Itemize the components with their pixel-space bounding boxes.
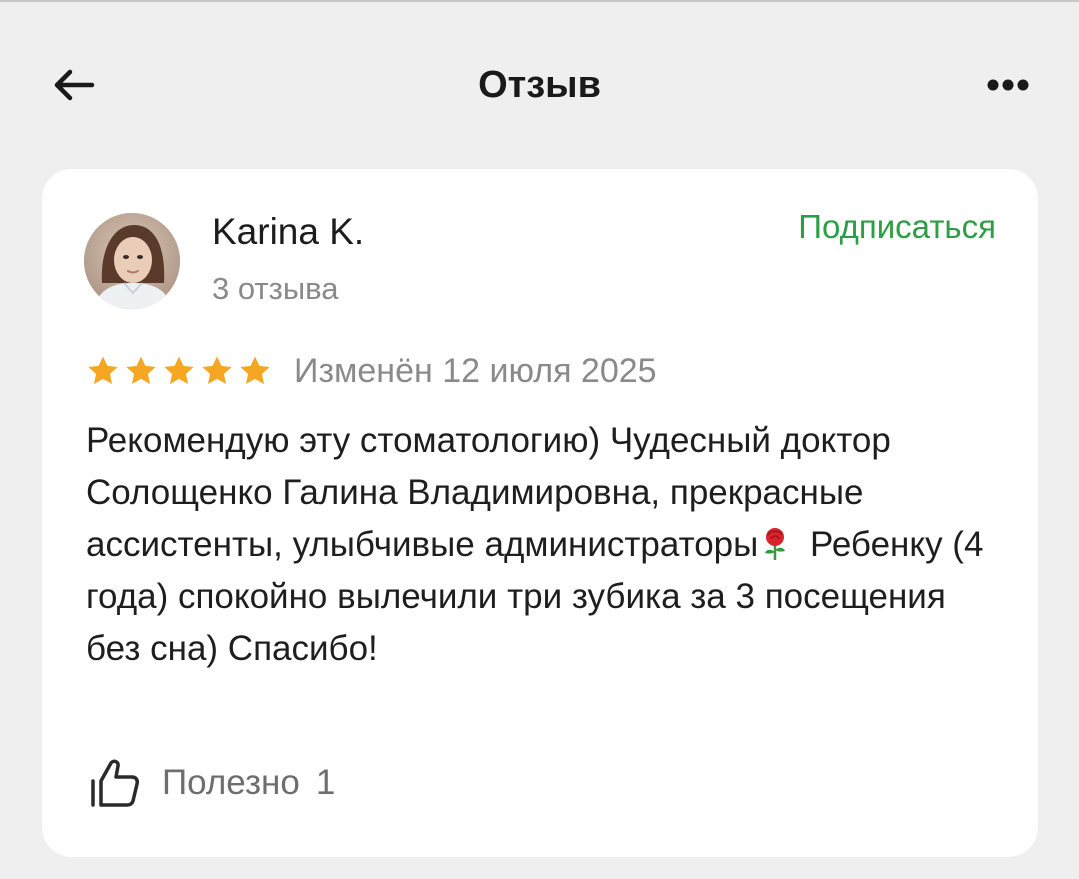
top-divider: [0, 0, 1079, 2]
star-icon: [126, 356, 156, 385]
rose-emoji-icon: [765, 528, 786, 560]
more-horizontal-icon: [987, 79, 1029, 91]
star-icon: [202, 356, 232, 385]
helpful-button[interactable]: Полезно 1: [86, 755, 335, 811]
avatar[interactable]: [84, 213, 180, 309]
review-card: Karina K. 3 отзыва Подписаться Изменён 1…: [42, 169, 1038, 857]
author-reviews-count: 3 отзыва: [212, 271, 339, 306]
review-date: Изменён 12 июля 2025: [294, 352, 657, 390]
rating-row: Изменён 12 июля 2025: [86, 349, 657, 393]
author-name[interactable]: Karina K.: [212, 209, 364, 255]
header-bar: Отзыв: [0, 40, 1079, 130]
helpful-label: Полезно: [162, 763, 300, 802]
star-icon: [240, 356, 270, 385]
subscribe-button[interactable]: Подписаться: [798, 205, 996, 249]
star-icon: [88, 356, 118, 385]
user-avatar-photo: [84, 213, 180, 309]
star-icon: [164, 356, 194, 385]
star-rating: [86, 354, 272, 388]
page-title: Отзыв: [478, 64, 601, 106]
more-options-button[interactable]: [976, 60, 1040, 110]
helpful-count: 1: [315, 763, 336, 802]
thumbs-up-icon: [86, 755, 142, 811]
review-text: Рекомендую эту стоматологию) Чудесный до…: [86, 415, 986, 675]
